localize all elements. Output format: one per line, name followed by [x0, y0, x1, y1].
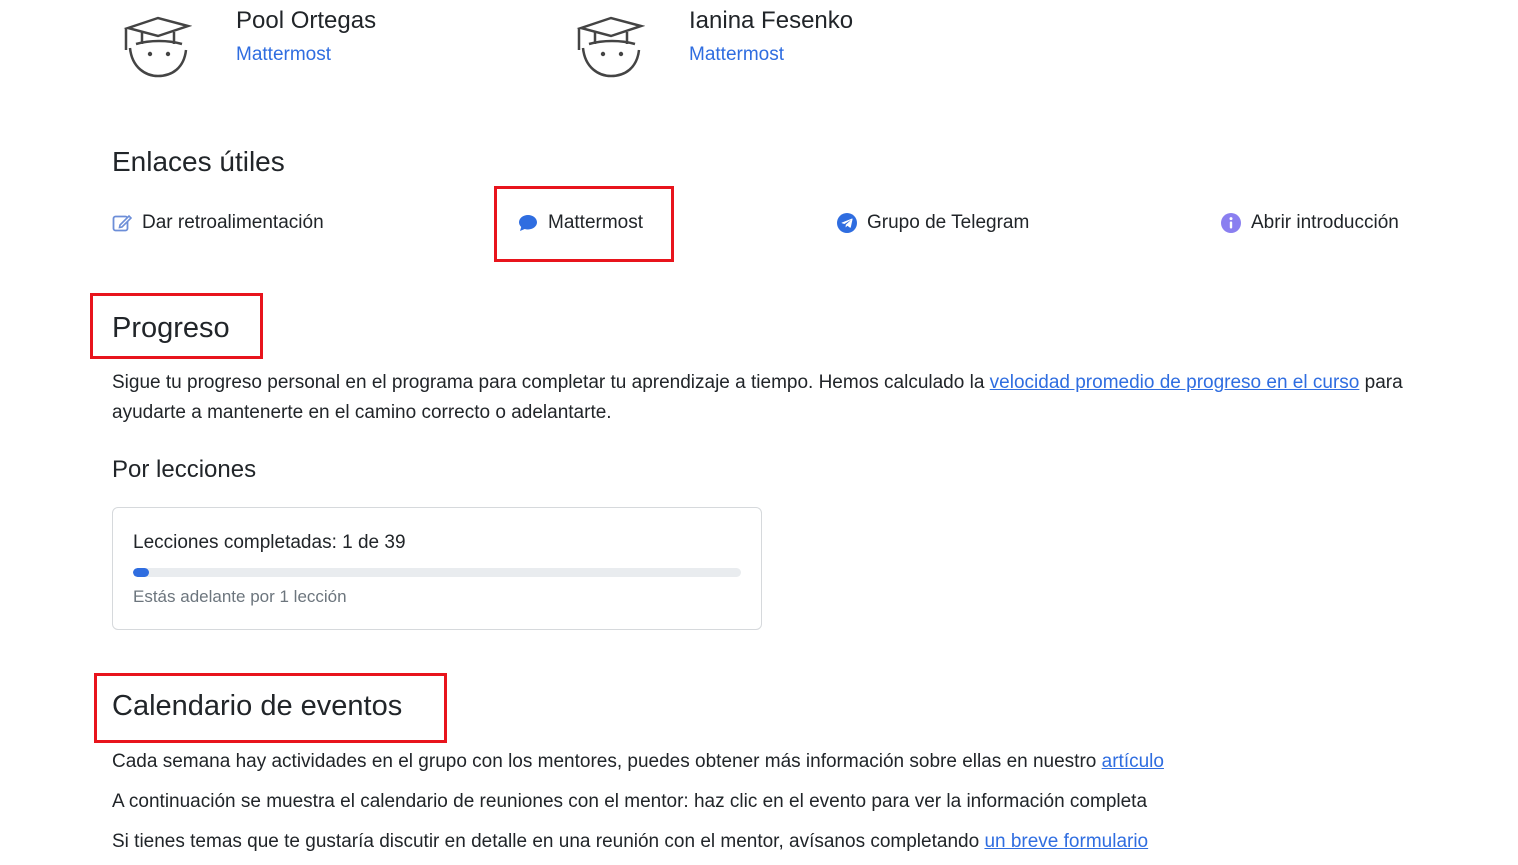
feedback-link[interactable]: Dar retroalimentación: [112, 212, 324, 234]
graduate-avatar-icon: [123, 16, 192, 78]
calendar-line-1: Cada semana hay actividades en el grupo …: [112, 747, 1432, 777]
telegram-icon: [837, 213, 857, 233]
mentor-org-link[interactable]: Mattermost: [236, 42, 376, 68]
lessons-progress-fill: [133, 568, 149, 577]
useful-links-row: Dar retroalimentación Mattermost Grupo d…: [112, 212, 1432, 244]
mentor-org-link[interactable]: Mattermost: [689, 42, 853, 68]
calendar-line-1-text: Cada semana hay actividades en el grupo …: [112, 751, 1102, 772]
progress-description: Sigue tu progreso personal en el program…: [112, 368, 1432, 428]
mentor-name: Pool Ortegas: [236, 7, 377, 34]
graduate-avatar-icon: [576, 16, 645, 78]
lessons-progress-bar: [133, 568, 741, 577]
lessons-progress-card: Lecciones completadas: 1 de 39 Estás ade…: [112, 507, 762, 630]
calendar-line-3-text: Si tienes temas que te gustaría discutir…: [112, 831, 985, 852]
feedback-link-label: Dar retroalimentación: [142, 212, 324, 233]
calendar-line-3: Si tienes temas que te gustaría discutir…: [112, 827, 1432, 857]
ahead-note: Estás adelante por 1 lección: [133, 587, 347, 606]
telegram-group-link-label: Grupo de Telegram: [867, 212, 1030, 233]
average-speed-link[interactable]: velocidad promedio de progreso en el cur…: [990, 372, 1360, 393]
mentor-card: Pool Ortegas Mattermost: [122, 0, 376, 80]
calendar-line-2: A continuación se muestra el calendario …: [112, 791, 1148, 812]
by-lessons-heading: Por lecciones: [112, 456, 257, 483]
progress-text-before: Sigue tu progreso personal en el program…: [112, 372, 990, 393]
lessons-completed-label: Lecciones completadas: 1 de 39: [133, 532, 406, 553]
mentor-card: Ianina Fesenko Mattermost: [575, 0, 853, 80]
useful-links-heading: Enlaces útiles: [112, 146, 285, 177]
info-icon: [1221, 213, 1241, 233]
short-form-link[interactable]: un breve formulario: [984, 831, 1148, 852]
mentor-name: Ianina Fesenko: [689, 7, 854, 34]
open-intro-link[interactable]: Abrir introducción: [1221, 212, 1399, 234]
highlight-calendar-box: [94, 673, 447, 743]
article-link[interactable]: artículo: [1102, 751, 1164, 772]
highlight-mattermost-box: [494, 186, 674, 262]
open-intro-link-label: Abrir introducción: [1251, 212, 1399, 233]
edit-icon: [112, 214, 132, 232]
highlight-progress-box: [90, 293, 263, 359]
telegram-group-link[interactable]: Grupo de Telegram: [837, 212, 1029, 234]
